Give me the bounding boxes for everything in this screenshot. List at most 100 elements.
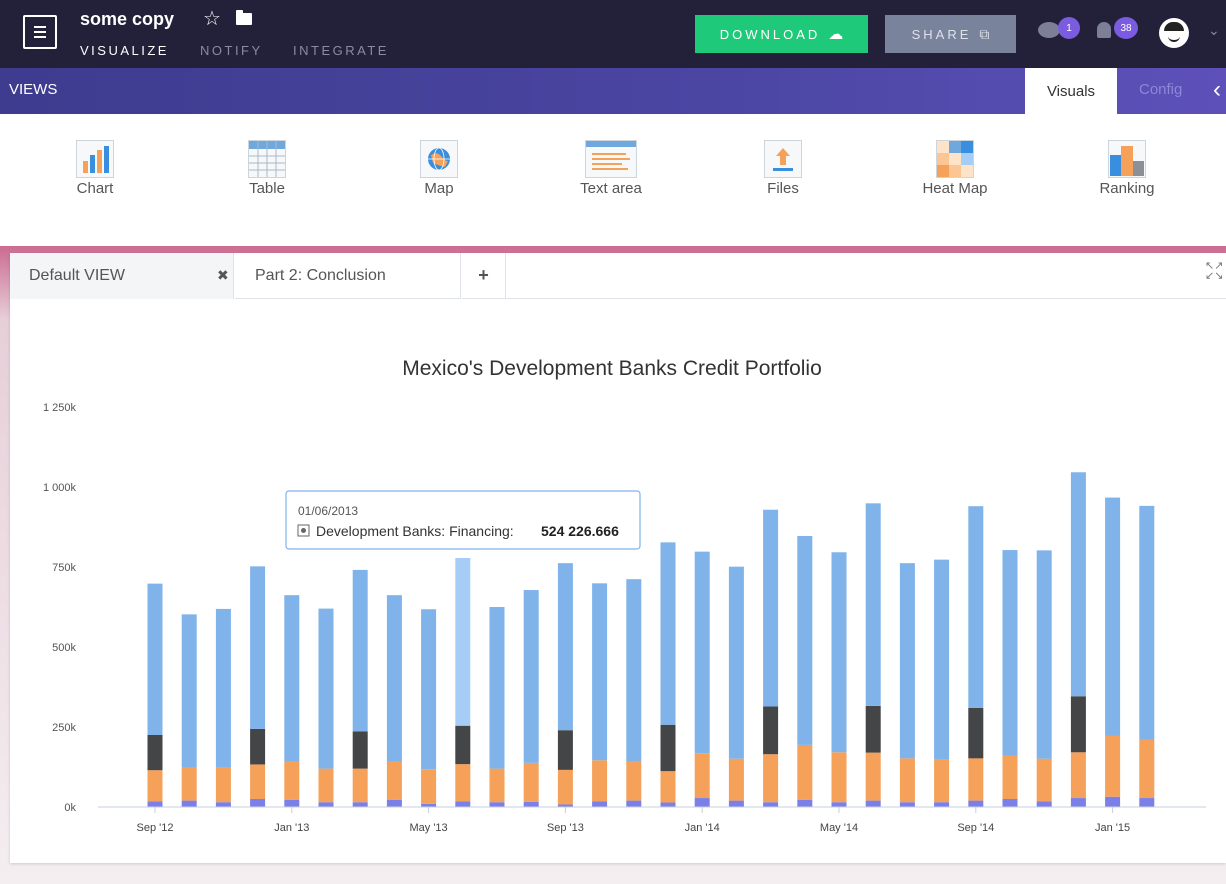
bar-segment[interactable] bbox=[660, 771, 676, 803]
bar-segment[interactable] bbox=[660, 802, 676, 807]
bar-segment[interactable] bbox=[763, 754, 779, 803]
bar-segment[interactable] bbox=[865, 800, 881, 807]
widget-text-area[interactable]: Text area bbox=[556, 140, 666, 197]
bar-segment[interactable] bbox=[1105, 796, 1121, 807]
bar-segment[interactable] bbox=[1070, 752, 1086, 799]
bar-segment[interactable] bbox=[728, 758, 744, 801]
bar-segment[interactable] bbox=[968, 758, 984, 801]
bar-segment[interactable] bbox=[523, 590, 539, 763]
bar-segment[interactable] bbox=[797, 535, 813, 745]
tab-config[interactable]: Config bbox=[1139, 81, 1182, 98]
bar-segment[interactable] bbox=[284, 595, 300, 762]
nav-tab-notify[interactable]: NOTIFY bbox=[200, 43, 263, 58]
bar-segment[interactable] bbox=[728, 566, 744, 759]
bar-segment[interactable] bbox=[968, 506, 984, 708]
download-button[interactable]: DOWNLOAD ☁ bbox=[695, 15, 868, 53]
bar-segment[interactable] bbox=[1139, 505, 1155, 740]
bar-segment[interactable] bbox=[557, 730, 573, 770]
avatar[interactable] bbox=[1159, 18, 1189, 48]
bar-segment[interactable] bbox=[455, 801, 471, 807]
bar-segment[interactable] bbox=[626, 800, 642, 807]
bar-segment[interactable] bbox=[557, 563, 573, 731]
bar-segment[interactable] bbox=[865, 503, 881, 706]
bar-segment[interactable] bbox=[1036, 550, 1052, 759]
bar-segment[interactable] bbox=[763, 509, 779, 707]
bar-segment[interactable] bbox=[318, 802, 334, 807]
bar-segment[interactable] bbox=[865, 705, 881, 753]
bar-segment[interactable] bbox=[694, 798, 710, 807]
bar-segment[interactable] bbox=[250, 728, 266, 765]
bar-segment[interactable] bbox=[899, 758, 915, 803]
bar-segment[interactable] bbox=[1002, 550, 1018, 756]
chevron-down-icon[interactable]: ⌄ bbox=[1208, 22, 1220, 39]
bell-icon[interactable] bbox=[1097, 22, 1111, 38]
bar-segment[interactable] bbox=[694, 753, 710, 799]
bar-segment[interactable] bbox=[660, 542, 676, 725]
bar-segment[interactable] bbox=[250, 799, 266, 807]
bar-segment[interactable] bbox=[728, 800, 744, 807]
bar-segment[interactable] bbox=[352, 802, 368, 807]
bar-segment[interactable] bbox=[797, 744, 813, 800]
bar-segment[interactable] bbox=[489, 607, 505, 769]
bar-segment[interactable] bbox=[592, 583, 608, 761]
widget-map[interactable]: Map bbox=[384, 140, 494, 197]
bar-segment[interactable] bbox=[1070, 472, 1086, 697]
bar-segment[interactable] bbox=[592, 760, 608, 802]
bar-segment[interactable] bbox=[865, 752, 881, 801]
bar-segment[interactable] bbox=[899, 563, 915, 759]
bar-segment[interactable] bbox=[147, 801, 163, 807]
bar-segment[interactable] bbox=[523, 762, 539, 802]
chevron-left-icon[interactable]: ‹ bbox=[1213, 76, 1221, 104]
bar-segment[interactable] bbox=[899, 802, 915, 807]
bar-segment[interactable] bbox=[147, 735, 163, 771]
bar-segment[interactable] bbox=[1070, 798, 1086, 807]
bar-segment[interactable] bbox=[1070, 696, 1086, 753]
bar-segment[interactable] bbox=[660, 724, 676, 772]
widget-ranking[interactable]: Ranking bbox=[1072, 140, 1182, 197]
folder-icon[interactable] bbox=[236, 10, 252, 25]
bar-segment[interactable] bbox=[1139, 798, 1155, 807]
widget-files[interactable]: Files bbox=[728, 140, 838, 197]
bar-segment[interactable] bbox=[1002, 799, 1018, 807]
bar-segment[interactable] bbox=[968, 707, 984, 759]
bar-segment[interactable] bbox=[181, 767, 197, 801]
bar-segment[interactable] bbox=[934, 759, 950, 803]
tab-visuals[interactable]: Visuals bbox=[1025, 68, 1117, 114]
bar-segment[interactable] bbox=[215, 802, 231, 807]
share-button[interactable]: SHARE ⧉ bbox=[885, 15, 1016, 53]
bar-segment[interactable] bbox=[763, 706, 779, 755]
bar-segment[interactable] bbox=[831, 552, 847, 753]
bar-segment[interactable] bbox=[147, 770, 163, 802]
comments-icon[interactable] bbox=[1038, 22, 1060, 38]
bar-segment[interactable] bbox=[181, 614, 197, 767]
bar-segment[interactable] bbox=[318, 768, 334, 803]
bar-segment[interactable] bbox=[386, 799, 402, 807]
bar-segment[interactable] bbox=[352, 569, 368, 732]
bar-segment[interactable] bbox=[181, 800, 197, 807]
bar-segment[interactable] bbox=[626, 579, 642, 762]
bar-segment[interactable] bbox=[1036, 758, 1052, 802]
bar-segment[interactable] bbox=[421, 769, 437, 804]
bar-segment[interactable] bbox=[421, 609, 437, 770]
bar-segment[interactable] bbox=[1036, 801, 1052, 807]
bar-segment[interactable] bbox=[215, 767, 231, 803]
bar-segment[interactable] bbox=[489, 768, 505, 803]
nav-tab-visualize[interactable]: VISUALIZE bbox=[80, 43, 169, 58]
bar-segment[interactable] bbox=[592, 801, 608, 807]
hamburger-menu-icon[interactable] bbox=[23, 15, 57, 49]
bar-segment[interactable] bbox=[626, 761, 642, 801]
bar-segment[interactable] bbox=[386, 761, 402, 800]
bar-segment[interactable] bbox=[215, 608, 231, 768]
bar-segment[interactable] bbox=[386, 595, 402, 762]
bar-segment[interactable] bbox=[1002, 755, 1018, 799]
bar-segment[interactable] bbox=[284, 799, 300, 807]
bar-segment[interactable] bbox=[318, 608, 334, 769]
star-icon[interactable]: ☆ bbox=[203, 6, 221, 31]
bar-segment[interactable] bbox=[455, 764, 471, 802]
bar-segment[interactable] bbox=[455, 725, 471, 765]
bar-segment[interactable] bbox=[1139, 739, 1155, 799]
document-title[interactable]: some copy bbox=[80, 9, 174, 30]
nav-tab-integrate[interactable]: INTEGRATE bbox=[293, 43, 389, 58]
bar-segment[interactable] bbox=[557, 769, 573, 805]
bar-segment[interactable] bbox=[455, 557, 471, 726]
